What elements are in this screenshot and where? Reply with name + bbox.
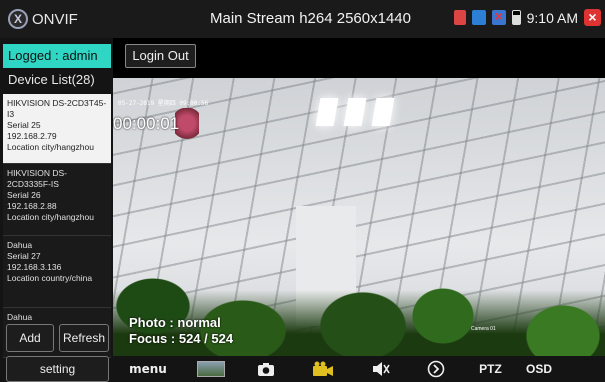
- osd-button[interactable]: OSD: [518, 356, 565, 382]
- app-title: ONVIF: [32, 10, 78, 28]
- device-name: HIKVISION DS-2CD3T45-I3: [7, 98, 107, 119]
- device-serial: Serial 25: [7, 120, 41, 130]
- device-serial: Serial 26: [7, 190, 41, 200]
- camera-icon: [257, 362, 274, 376]
- bottom-toolbar: menu PTZ OSD: [113, 356, 605, 382]
- device-list-header: Device List(28): [8, 72, 95, 87]
- focus-label: Focus : 524 / 524: [129, 331, 234, 346]
- speaker-mute-icon: [372, 362, 390, 376]
- device-list[interactable]: HIKVISION DS-2CD3T45-I3 Serial 25 192.16…: [3, 94, 111, 358]
- device-location: Location city/hangzhou: [7, 142, 94, 152]
- video-record-icon: [313, 361, 333, 376]
- device-name: HIKVISION DS-2CD3335F-IS: [7, 168, 67, 189]
- device-sidebar: Logged : admin Device List(28) HIKVISION…: [0, 38, 113, 382]
- battery-icon: [511, 10, 521, 25]
- elapsed-timer: 00:00:01: [113, 114, 180, 133]
- document-icon: [471, 10, 486, 25]
- logged-in-label: Logged : admin: [3, 44, 111, 68]
- snapshot-gallery-button[interactable]: [183, 356, 238, 382]
- device-item[interactable]: HIKVISION DS-2CD3335F-IS Serial 26 192.1…: [3, 164, 111, 236]
- photo-mode-label: Photo : normal: [129, 315, 221, 330]
- top-bar: X ONVIF Main Stream h264 2560x1440 9:10 …: [0, 0, 605, 38]
- device-ip: 192.168.2.88: [7, 201, 57, 211]
- device-location: Location country/china: [7, 273, 93, 283]
- play-button[interactable]: [408, 356, 463, 382]
- refresh-button[interactable]: Refresh: [59, 324, 109, 352]
- stream-title: Main Stream h264 2560x1440: [210, 10, 411, 27]
- device-item[interactable]: HIKVISION DS-2CD3T45-I3 Serial 25 192.16…: [3, 94, 111, 164]
- sd-card-icon: [453, 10, 466, 25]
- image-thumbnail-icon: [196, 361, 225, 377]
- play-circle-icon: [427, 360, 444, 378]
- menu-button[interactable]: menu: [113, 356, 183, 382]
- device-name: Dahua: [7, 312, 33, 322]
- device-location: Location city/hangzhou: [7, 212, 94, 222]
- close-icon[interactable]: ×: [584, 9, 601, 26]
- login-out-button[interactable]: Login Out: [125, 44, 196, 68]
- device-serial: Serial 27: [7, 251, 41, 261]
- camera-button[interactable]: [238, 356, 293, 382]
- status-bar: 9:10 AM ×: [453, 8, 601, 26]
- add-button[interactable]: Add: [6, 324, 54, 352]
- device-ip: 192.168.2.79: [7, 131, 57, 141]
- onvif-logo-icon: X: [8, 9, 28, 29]
- audio-button[interactable]: [353, 356, 408, 382]
- app-logo: X ONVIF: [0, 0, 113, 38]
- record-button[interactable]: [293, 356, 353, 382]
- setting-button[interactable]: setting: [6, 356, 109, 382]
- device-ip: 192.168.3.136: [7, 262, 62, 272]
- status-time: 9:10 AM: [526, 9, 578, 26]
- camera-timestamp: 05-27-2019 星期四 09:00:56: [118, 100, 209, 107]
- camera-name-overlay: Camera 01: [471, 326, 496, 332]
- device-item[interactable]: Dahua Serial 27 192.168.3.136 Location c…: [3, 236, 111, 308]
- network-off-icon: [491, 8, 506, 25]
- ptz-button[interactable]: PTZ: [463, 356, 518, 382]
- device-name: Dahua: [7, 240, 33, 250]
- video-preview[interactable]: 05-27-2019 星期四 09:00:56 00:00:01 Camera …: [113, 78, 605, 356]
